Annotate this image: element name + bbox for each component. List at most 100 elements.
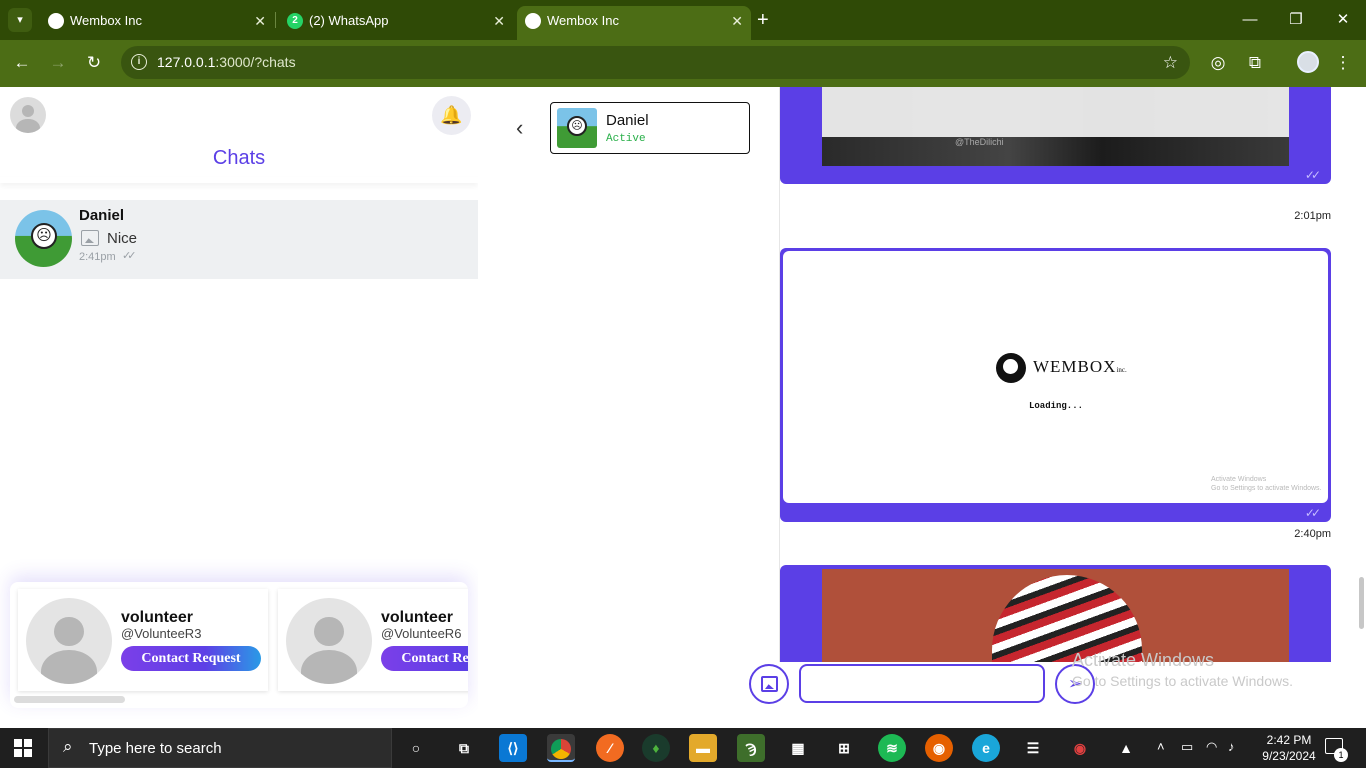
wifi-icon[interactable]: ◠	[1206, 739, 1217, 755]
search-placeholder: Type here to search	[89, 740, 222, 757]
url-text[interactable]: 127.0.0.1:3000/?chats	[157, 46, 296, 79]
sad-face-icon: ☹	[567, 116, 587, 136]
browser-tab-3-active[interactable]: Wembox Inc ✕	[517, 6, 751, 40]
close-icon[interactable]: ✕	[254, 6, 266, 36]
wembox-favicon-icon	[525, 13, 541, 29]
postman-icon[interactable]: ⁄	[596, 734, 624, 762]
chrome-icon[interactable]	[547, 734, 575, 762]
person-icon	[54, 616, 84, 647]
tab-divider	[275, 12, 276, 28]
conversation-header[interactable]: ☹ Daniel Active	[550, 102, 750, 154]
avatar	[286, 598, 372, 684]
image-message[interactable]: @TheDilichi ✓✓	[780, 87, 1331, 184]
chevron-up-icon[interactable]: ˄	[1157, 739, 1165, 754]
attach-image-button[interactable]	[749, 664, 789, 704]
photos-icon[interactable]: ▲	[1112, 734, 1140, 762]
contact-request-button[interactable]: Contact Request	[121, 646, 261, 671]
address-bar[interactable]: i 127.0.0.1:3000/?chats ☆	[121, 46, 1190, 79]
close-icon[interactable]: ✕	[493, 6, 505, 36]
app-viewport: 🔔 Chats ☹ Daniel Nice 2:41pm ✓✓ voluntee…	[0, 87, 1366, 728]
spotify-icon[interactable]: ≋	[878, 734, 906, 762]
new-tab-icon[interactable]: +	[757, 8, 769, 32]
battery-icon[interactable]: ▭	[1181, 739, 1193, 755]
person-icon	[314, 616, 344, 647]
vertical-scrollbar[interactable]	[1359, 577, 1364, 629]
avatar[interactable]	[10, 97, 46, 133]
forward-icon[interactable]: →	[46, 52, 70, 74]
browser-tab-1[interactable]: Wembox Inc ✕	[40, 6, 274, 36]
tab-title: Wembox Inc	[547, 13, 620, 28]
site-info-icon[interactable]: i	[131, 54, 147, 70]
chat-sidebar: 🔔 Chats ☹ Daniel Nice 2:41pm ✓✓ voluntee…	[0, 87, 478, 728]
tab-search-icon[interactable]: ▾	[8, 8, 32, 32]
suggestion-name: volunteer	[381, 609, 454, 626]
notification-bell-icon[interactable]: 🔔	[432, 96, 471, 135]
suggestion-card: volunteer @VolunteeR3 Contact Request	[18, 589, 268, 691]
minimize-icon[interactable]: —	[1227, 8, 1273, 32]
image-message[interactable]: WEMBOXinc. Loading... Activate Windows G…	[780, 248, 1331, 522]
search-icon: ⌕	[63, 737, 73, 756]
tab-title: (2) WhatsApp	[309, 13, 389, 28]
image-watermark: @TheDilichi	[955, 137, 1004, 147]
store-icon[interactable]: ⊞	[830, 734, 858, 762]
chat-preview: Nice	[107, 230, 138, 247]
windows-start-icon[interactable]	[14, 739, 32, 757]
double-check-icon: ✓✓	[1304, 168, 1321, 182]
edge-icon[interactable]: e	[972, 734, 1000, 762]
avatar: ☹	[557, 108, 597, 148]
message-time: 2:40pm	[1294, 528, 1331, 540]
bookmark-star-icon[interactable]: ☆	[1163, 46, 1178, 79]
message-image[interactable]: @TheDilichi	[822, 87, 1289, 166]
chat-time: 2:41pm	[79, 251, 116, 263]
browser-tab-bar: ▾ Wembox Inc ✕ 2 (2) WhatsApp ✕ Wembox I…	[0, 0, 1366, 40]
chat-list-item[interactable]: ☹ Daniel Nice 2:41pm ✓✓	[0, 200, 478, 279]
database-icon[interactable]: ☰	[1019, 734, 1047, 762]
message-image[interactable]: WEMBOXinc. Loading... Activate Windows G…	[783, 251, 1328, 503]
browser-toolbar: ← → ↻ i 127.0.0.1:3000/?chats ☆ ◎ ⧉ ⋮	[0, 40, 1366, 87]
restore-icon[interactable]: ❐	[1273, 8, 1319, 32]
conversation-panel: ‹ ☹ Daniel Active @TheDilichi ✓✓ 2:01pm …	[478, 87, 1366, 728]
task-view-icon[interactable]: ⧉	[450, 734, 478, 762]
reload-icon[interactable]: ↻	[82, 52, 106, 74]
back-icon[interactable]: ←	[10, 52, 34, 74]
file-explorer-icon[interactable]: ▬	[689, 734, 717, 762]
extension-icon[interactable]: ◎	[1206, 52, 1230, 74]
firefox-icon[interactable]: ◉	[925, 734, 953, 762]
suggestion-name: volunteer	[121, 609, 194, 626]
double-check-icon: ✓✓	[1304, 506, 1321, 520]
system-clock[interactable]: 2:42 PM 9/23/2024	[1254, 732, 1324, 764]
contact-request-button[interactable]: Contact Request	[381, 646, 468, 671]
mongodb-icon[interactable]: ♦	[642, 734, 670, 762]
close-icon[interactable]: ✕	[731, 6, 743, 36]
contact-suggestions[interactable]: volunteer @VolunteeR3 Contact Request vo…	[10, 582, 468, 708]
image-add-icon	[761, 676, 778, 692]
calculator-icon[interactable]: ▦	[784, 734, 812, 762]
chat-name: Daniel	[79, 207, 125, 224]
horizontal-scrollbar[interactable]	[14, 696, 125, 703]
divider	[0, 177, 478, 183]
tab-title: Wembox Inc	[70, 13, 143, 28]
window-close-icon[interactable]: ✕	[1320, 8, 1366, 32]
puzzle-icon[interactable]: ⧉	[1243, 52, 1267, 74]
volume-icon[interactable]: ♪	[1228, 739, 1235, 754]
browser-tab-2[interactable]: 2 (2) WhatsApp ✕	[279, 6, 513, 36]
whatsapp-favicon-icon: 2	[287, 13, 303, 29]
cortana-icon[interactable]: ○	[402, 734, 430, 762]
message-input[interactable]	[799, 664, 1045, 703]
menu-icon[interactable]: ⋮	[1331, 52, 1355, 74]
record-icon[interactable]: ◉	[1066, 734, 1094, 762]
image-watermark: Activate Windows Go to Settings to activ…	[1211, 476, 1322, 492]
contact-name: Daniel	[606, 112, 649, 129]
taskbar-search[interactable]: ⌕ Type here to search	[48, 728, 392, 768]
chevron-left-icon[interactable]: ‹	[516, 115, 523, 141]
app-icon[interactable]: Ϡ	[737, 734, 765, 762]
brand-text: WEMBOXinc.	[1033, 357, 1127, 376]
sad-face-icon: ☹	[31, 223, 57, 249]
wembox-logo-icon	[996, 353, 1026, 383]
profile-icon[interactable]	[1297, 51, 1319, 73]
windows-taskbar: ⌕ Type here to search ○ ⧉ ⟨⟩ ⁄ ♦ ▬ Ϡ ▦ ⊞…	[0, 728, 1366, 768]
double-check-icon: ✓✓	[122, 250, 137, 262]
avatar	[26, 598, 112, 684]
page-title: Chats	[212, 147, 266, 169]
vscode-icon[interactable]: ⟨⟩	[499, 734, 527, 762]
